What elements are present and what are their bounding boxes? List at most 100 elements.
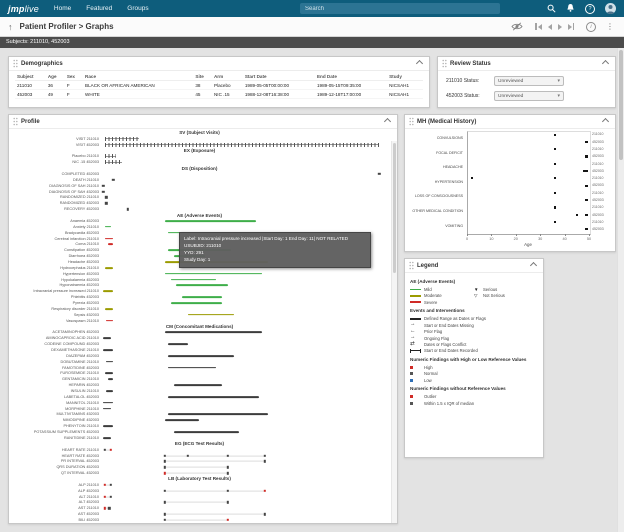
result-marker[interactable]: [226, 518, 230, 522]
collapse-chevron-icon[interactable]: [415, 59, 424, 68]
review-status-header[interactable]: Review Status: [438, 57, 615, 71]
mh-history-marker[interactable]: [585, 213, 588, 216]
visit-ticks[interactable]: [104, 154, 117, 159]
event-marker[interactable]: [102, 184, 105, 187]
result-marker[interactable]: [163, 489, 167, 492]
mh-history-marker[interactable]: [585, 199, 588, 202]
result-marker[interactable]: [163, 466, 167, 469]
bell-icon[interactable]: [566, 0, 575, 18]
event-bar[interactable]: [167, 413, 268, 416]
event-bar[interactable]: [103, 401, 114, 404]
mh-history-marker[interactable]: [585, 169, 588, 173]
event-bar[interactable]: [170, 278, 217, 281]
result-marker[interactable]: [226, 454, 230, 457]
next-page-button[interactable]: [556, 23, 564, 30]
hide-eye-icon[interactable]: [511, 18, 523, 36]
mh-history-marker[interactable]: [553, 148, 556, 151]
event-bar[interactable]: [104, 237, 114, 240]
drag-handle-icon[interactable]: [13, 117, 18, 126]
event-bar[interactable]: [106, 390, 114, 392]
drag-handle-icon[interactable]: [13, 59, 18, 68]
event-marker[interactable]: [126, 207, 129, 211]
event-bar[interactable]: [164, 272, 263, 275]
page-scrollbar[interactable]: [617, 48, 624, 532]
mh-history-marker[interactable]: [553, 162, 556, 165]
up-arrow-icon[interactable]: ↑: [8, 22, 13, 32]
result-marker[interactable]: [109, 495, 112, 498]
visit-ticks[interactable]: [104, 160, 123, 165]
event-bar[interactable]: [167, 354, 234, 357]
event-bar[interactable]: [167, 366, 217, 369]
result-marker[interactable]: [163, 471, 167, 475]
table-row[interactable]: 211010 36 F BLACK OR AFRICAN AMERICAN 38 Plac…: [15, 80, 423, 90]
event-bar[interactable]: [103, 337, 111, 340]
mh-history-marker[interactable]: [553, 133, 556, 136]
mh-history-marker[interactable]: [585, 228, 588, 231]
search-input[interactable]: [300, 3, 500, 14]
result-marker[interactable]: [226, 466, 230, 469]
event-bar[interactable]: [103, 407, 111, 410]
event-bar[interactable]: [104, 266, 114, 269]
result-marker[interactable]: [103, 507, 107, 510]
mh-history-marker[interactable]: [553, 191, 556, 195]
result-marker[interactable]: [226, 501, 230, 504]
first-page-button[interactable]: [533, 23, 543, 30]
result-marker[interactable]: [163, 454, 167, 457]
medical-history-header[interactable]: MH (Medical History): [405, 115, 615, 129]
nav-item-home[interactable]: Home: [54, 5, 71, 12]
result-marker[interactable]: [226, 471, 230, 475]
mh-history-marker[interactable]: [585, 184, 588, 187]
status-select[interactable]: Unreviewed ▾: [494, 76, 564, 86]
result-marker[interactable]: [109, 483, 112, 487]
result-marker[interactable]: [109, 448, 112, 451]
table-row[interactable]: 452003 49 F WHITE 45 NIC .15 1988-12-08T16:38:…: [15, 89, 423, 99]
event-bar[interactable]: [176, 284, 228, 287]
result-marker[interactable]: [163, 460, 167, 463]
result-marker[interactable]: [263, 454, 267, 457]
result-marker[interactable]: [263, 512, 267, 516]
drag-handle-icon[interactable]: [442, 59, 447, 68]
event-bar[interactable]: [106, 360, 114, 363]
result-marker[interactable]: [163, 501, 167, 504]
help-icon[interactable]: ?: [585, 3, 595, 14]
collapse-chevron-icon[interactable]: [529, 261, 538, 270]
event-bar[interactable]: [104, 372, 114, 375]
collapse-chevron-icon[interactable]: [601, 59, 610, 68]
profile-header[interactable]: Profile: [9, 115, 397, 129]
nav-item-featured[interactable]: Featured: [86, 5, 112, 12]
event-marker[interactable]: [102, 190, 105, 193]
event-bar[interactable]: [167, 343, 188, 345]
result-marker[interactable]: [163, 512, 167, 516]
event-marker[interactable]: [105, 196, 108, 199]
event-bar[interactable]: [104, 225, 111, 228]
mh-history-marker[interactable]: [553, 220, 556, 224]
demographics-header[interactable]: Demographics: [9, 57, 429, 71]
status-select[interactable]: Unreviewed ▾: [494, 91, 564, 101]
mh-history-marker[interactable]: [575, 213, 578, 216]
event-bar[interactable]: [164, 331, 263, 334]
event-bar[interactable]: [103, 425, 114, 428]
result-marker[interactable]: [263, 489, 267, 492]
avatar[interactable]: [605, 3, 616, 14]
mh-history-marker[interactable]: [585, 155, 588, 158]
event-bar[interactable]: [104, 308, 114, 310]
event-bar[interactable]: [164, 220, 257, 222]
event-bar[interactable]: [173, 384, 223, 386]
nav-item-groups[interactable]: Groups: [127, 5, 148, 12]
collapse-chevron-icon[interactable]: [383, 117, 392, 126]
event-bar[interactable]: [164, 419, 200, 422]
result-marker[interactable]: [103, 483, 107, 487]
drag-handle-icon[interactable]: [409, 261, 414, 270]
mh-history-marker[interactable]: [470, 177, 473, 180]
last-page-button[interactable]: [566, 23, 576, 30]
event-bar[interactable]: [182, 296, 223, 298]
event-bar[interactable]: [167, 396, 260, 398]
event-bar[interactable]: [106, 319, 114, 322]
mh-history-marker[interactable]: [553, 177, 556, 180]
event-bar[interactable]: [170, 302, 223, 304]
event-bar[interactable]: [103, 349, 114, 351]
legend-header[interactable]: Legend: [405, 259, 543, 273]
collapse-chevron-icon[interactable]: [601, 117, 610, 126]
result-marker[interactable]: [163, 518, 167, 522]
event-bar[interactable]: [187, 313, 234, 316]
